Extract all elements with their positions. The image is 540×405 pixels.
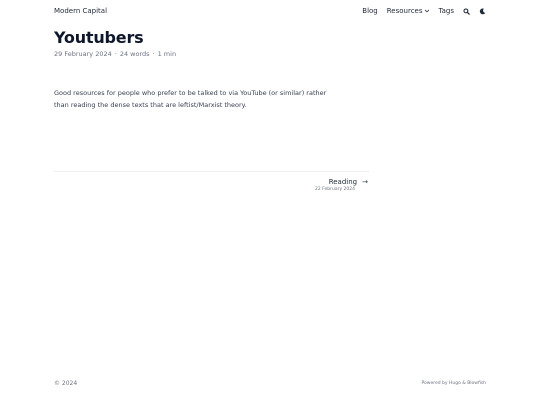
meta-separator: ·: [114, 50, 117, 58]
page-title: Youtubers: [54, 28, 144, 47]
site-footer: © 2024 Powered by Hugo & Blowfish: [54, 380, 486, 387]
search-button[interactable]: [462, 7, 470, 15]
next-post-link[interactable]: Reading → 22 February 2024: [315, 178, 368, 192]
arrow-right-icon: →: [362, 178, 368, 186]
next-post-row: Reading →: [315, 178, 368, 186]
article-date: 29 February 2024: [54, 50, 112, 58]
moon-icon: [479, 7, 485, 14]
article-word-count: 24 words: [119, 50, 150, 58]
theme-toggle-button[interactable]: [478, 7, 486, 15]
main-nav: Blog Resources Tags: [362, 7, 486, 15]
nav-resources-dropdown[interactable]: Resources: [387, 7, 430, 15]
nav-tags-link[interactable]: Tags: [439, 7, 455, 15]
nav-blog-link[interactable]: Blog: [362, 7, 377, 15]
pagination-divider: [54, 171, 369, 172]
next-post-date: 22 February 2024: [315, 187, 355, 192]
chevron-down-icon: [424, 9, 429, 13]
article-read-time: 1 min: [157, 50, 177, 58]
nav-resources-label: Resources: [386, 7, 423, 15]
site-header: Modern Capital Blog Resources Tags: [54, 5, 486, 17]
meta-separator: ·: [152, 50, 155, 58]
page: Modern Capital Blog Resources Tags Youtu…: [0, 0, 540, 405]
search-icon: [462, 7, 470, 15]
article-content: Good resources for people who prefer to …: [54, 87, 329, 111]
powered-by-text[interactable]: Powered by Hugo & Blowfish: [421, 381, 486, 386]
site-title-link[interactable]: Modern Capital: [54, 7, 107, 15]
next-post-title: Reading: [328, 178, 358, 186]
copyright-text: © 2024: [54, 380, 78, 387]
article-paragraph: Good resources for people who prefer to …: [54, 89, 327, 109]
article-meta: 29 February 2024 · 24 words · 1 min: [54, 50, 176, 58]
